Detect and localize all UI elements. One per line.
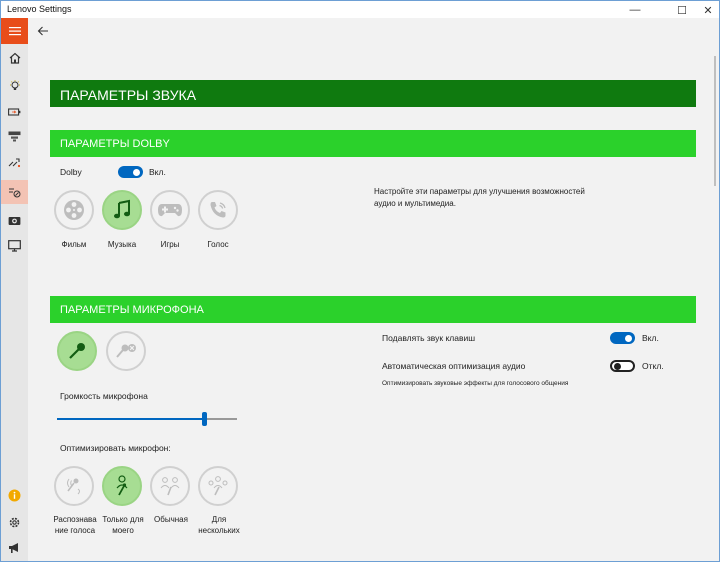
dolby-toggle[interactable]	[118, 166, 143, 178]
lightbulb-icon	[9, 80, 20, 90]
mic-section-header: ПАРАМЕТРЫ МИКРОФОНА	[50, 296, 696, 323]
toggle-knob	[614, 362, 621, 370]
mic-mode-voice-recognition-button[interactable]	[54, 466, 94, 506]
mic-mode-only-me-button[interactable]	[102, 466, 142, 506]
auto-optimize-label: Автоматическая оптимизация аудио	[382, 361, 526, 371]
auto-optimize-hint: Оптимизировать звуковые эффекты для голо…	[382, 380, 569, 387]
sidebar-item-battery[interactable]	[1, 100, 28, 124]
sidebar-item-audio[interactable]	[1, 180, 28, 204]
sidebar-item-camera[interactable]	[1, 208, 28, 232]
audio-settings-icon	[8, 188, 20, 198]
gamepad-icon	[158, 204, 182, 217]
sidebar-item-feedback[interactable]	[1, 536, 28, 560]
film-reel-icon	[64, 200, 84, 220]
dolby-mode-movie-button[interactable]	[54, 190, 94, 230]
dolby-mode-games-button[interactable]	[150, 190, 190, 230]
sidebar-item-info[interactable]	[1, 483, 28, 507]
mic-volume-slider[interactable]	[57, 418, 237, 420]
scrollbar[interactable]	[713, 46, 718, 558]
megaphone-icon	[9, 543, 18, 553]
dolby-section-header: ПАРАМЕТРЫ DOLBY	[50, 130, 696, 157]
scrollbar-thumb[interactable]	[714, 56, 716, 186]
network-icon	[8, 157, 21, 167]
dolby-mode-label: Голос	[207, 240, 229, 249]
camera-icon	[8, 216, 21, 225]
mic-mode-label: Распознава ние голоса	[53, 515, 97, 535]
dolby-mode-label: Фильм	[61, 240, 87, 249]
sidebar-item-light[interactable]	[1, 74, 28, 98]
dolby-state: Вкл.	[149, 167, 166, 177]
slider-fill	[57, 418, 205, 420]
dolby-mode-label: Игры	[160, 240, 180, 249]
mic-mode-label: Только для моего	[102, 515, 144, 535]
sidebar-item-settings[interactable]	[1, 510, 28, 534]
hamburger-menu-button[interactable]	[1, 18, 28, 44]
dolby-mode-voice-button[interactable]	[198, 190, 238, 230]
hamburger-icon	[8, 27, 21, 36]
window-title: Lenovo Settings	[7, 4, 72, 14]
multiple-users-mic-icon	[208, 476, 228, 496]
back-button[interactable]	[34, 22, 52, 40]
home-icon	[9, 52, 20, 64]
page-title: ПАРАМЕТРЫ ЗВУКА	[50, 80, 696, 107]
suppress-keys-state: Вкл.	[642, 333, 659, 343]
sidebar-item-home[interactable]	[1, 46, 28, 70]
toggle-knob	[133, 168, 140, 176]
microphone-muted-icon	[116, 344, 136, 358]
mic-mode-label: Для нескольких	[198, 515, 240, 535]
sidebar-item-network[interactable]	[1, 150, 28, 174]
monitor-icon	[8, 240, 21, 252]
back-arrow-icon	[37, 26, 48, 36]
suppress-keys-toggle[interactable]	[610, 332, 635, 344]
mic-mode-label: Обычная	[154, 515, 188, 524]
voice-recognition-icon	[67, 478, 80, 495]
info-icon	[8, 489, 21, 501]
dolby-mode-label: Музыка	[107, 240, 137, 249]
minimize-button[interactable]: —	[618, 1, 652, 19]
microphone-icon	[69, 343, 85, 359]
sidebar-item-keyboard[interactable]	[1, 124, 28, 148]
mic-mute-button[interactable]	[106, 331, 146, 371]
suppress-keys-label: Подавлять звук клавиш	[382, 333, 476, 343]
gear-icon	[9, 517, 20, 527]
mic-volume-label: Громкость микрофона	[60, 391, 148, 401]
mic-mode-multiple-button[interactable]	[198, 466, 238, 506]
optimize-mic-label: Оптимизировать микрофон:	[60, 443, 171, 453]
dolby-description: Настройте эти параметры для улучшения во…	[374, 187, 585, 208]
auto-optimize-state: Откл.	[642, 361, 664, 371]
toggle-knob	[625, 334, 632, 342]
keyboard-icon	[8, 131, 21, 141]
dolby-label: Dolby	[60, 167, 82, 177]
dolby-mode-music-button[interactable]	[102, 190, 142, 230]
sidebar	[1, 18, 28, 561]
phone-call-icon	[210, 202, 226, 218]
close-button[interactable]: ✕	[691, 1, 720, 19]
top-bar	[28, 18, 719, 44]
title-bar: Lenovo Settings — ☐ ✕	[0, 0, 720, 18]
mic-mode-normal-button[interactable]	[150, 466, 190, 506]
mic-volume-slider-thumb[interactable]	[202, 412, 208, 426]
sidebar-item-display[interactable]	[1, 234, 28, 258]
auto-optimize-toggle[interactable]	[610, 360, 635, 372]
mic-on-button[interactable]	[57, 331, 97, 371]
single-user-mic-icon	[116, 475, 128, 496]
battery-icon	[8, 108, 21, 116]
group-mic-icon	[160, 477, 180, 496]
music-note-icon	[114, 199, 130, 219]
